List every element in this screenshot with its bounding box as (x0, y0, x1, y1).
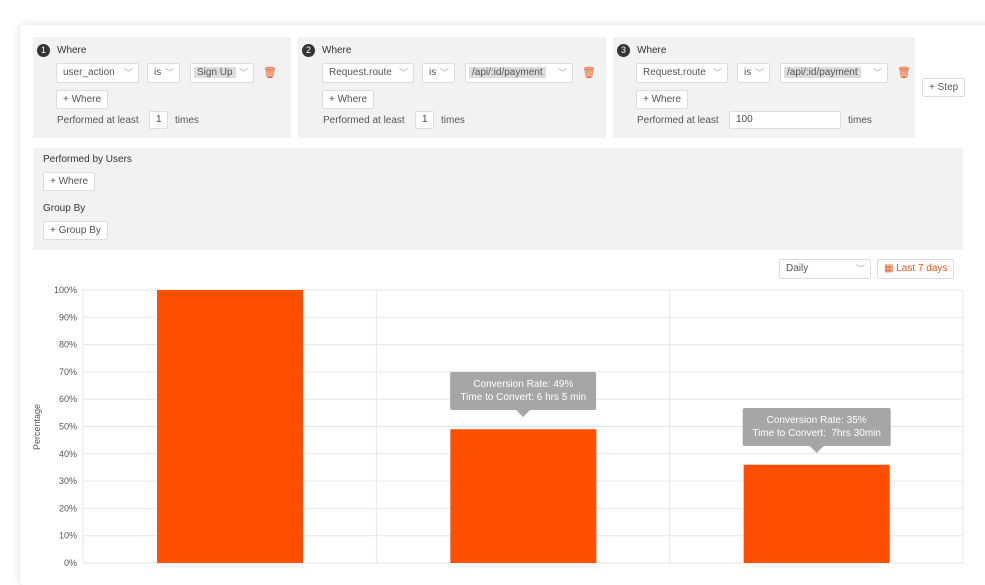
y-tick-label: 20% (59, 503, 77, 513)
y-tick-label: 60% (59, 394, 77, 404)
time-to-convert: Time to Convert: 7hrs 30min (752, 427, 881, 439)
funnel-chart: 0% 10% 20% 30% 40% 50% 60% 70% 80% 90% 100% Percent… (32, 285, 964, 568)
bar-step-1 (157, 290, 303, 563)
y-tick-label: 50% (59, 422, 77, 432)
y-tick-label: 40% (59, 449, 77, 459)
y-tick-label: 70% (59, 367, 77, 377)
y-tick-label: 0% (64, 558, 77, 568)
y-tick-label: 30% (59, 476, 77, 486)
y-tick-label: 100% (54, 285, 77, 295)
time-to-convert: Time to Convert: 6 hrs 5 min (460, 392, 587, 404)
y-tick-label: 90% (59, 312, 77, 322)
y-axis-label: Percentage (32, 404, 42, 450)
y-tick-label: 10% (59, 531, 77, 541)
bar-step-2 (450, 429, 597, 563)
conversion-rate: Conversion Rate: 35% (766, 414, 867, 426)
y-tick-label: 80% (59, 340, 77, 350)
conversion-rate: Conversion Rate: 49% (473, 379, 574, 391)
conversion-tooltip: Conversion Rate: 35% Time to Convert: 7hr… (742, 407, 891, 453)
conversion-tooltip: Conversion Rate: 49% Time to Convert: 6 h… (450, 372, 597, 418)
bar-step-3 (743, 464, 890, 563)
